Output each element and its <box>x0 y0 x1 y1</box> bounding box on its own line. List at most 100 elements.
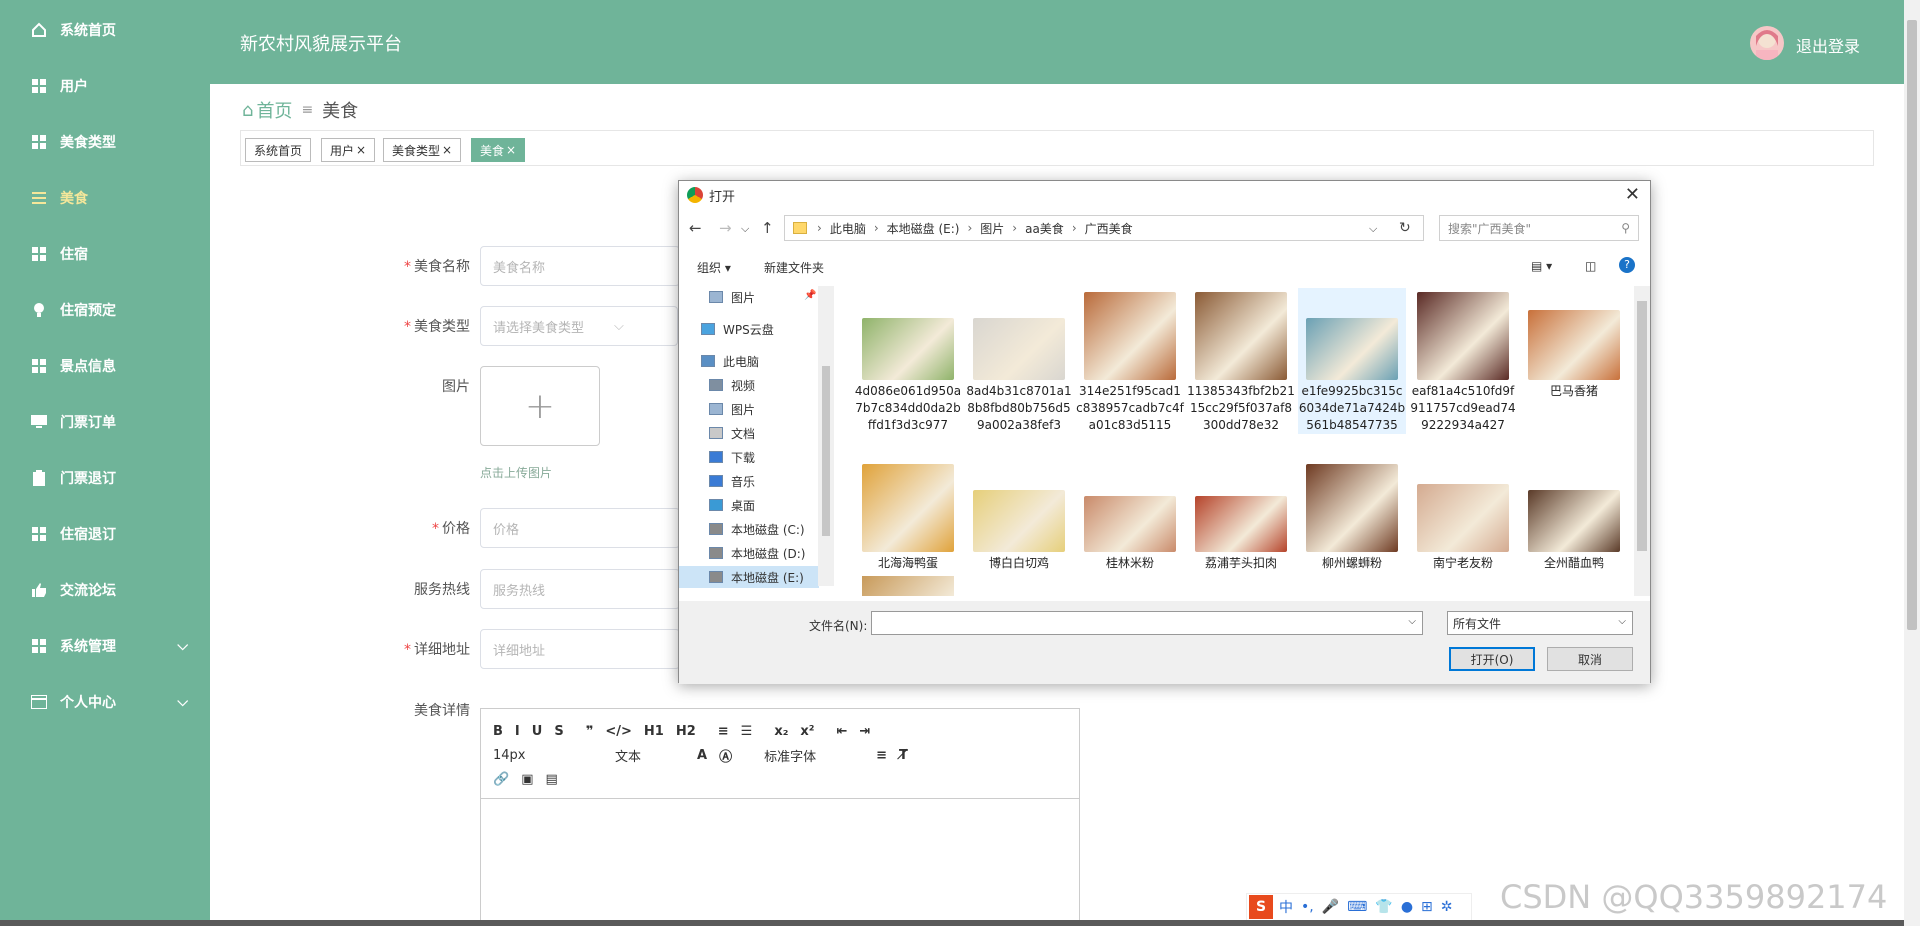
sidebar-item[interactable]: 景点信息 <box>0 346 210 386</box>
video-icon[interactable]: ▤ <box>545 772 557 787</box>
address-dropdown-icon[interactable]: ⌵ <box>1369 222 1377 236</box>
ime-toolbar[interactable]: S 中 •, 🎤 ⌨ 👕 ● ⊞ ✲ <box>1246 893 1472 921</box>
close-icon[interactable]: × <box>506 143 516 157</box>
file-item[interactable]: 柳州螺蛳粉 <box>1298 460 1406 572</box>
sidebar-item[interactable]: 个人中心 ⌵ <box>0 682 210 722</box>
code-icon[interactable]: </> <box>605 724 632 739</box>
filetype-select[interactable]: 所有文件 ⌵ <box>1447 611 1633 635</box>
superscript-icon[interactable]: x² <box>800 724 814 739</box>
sidebar-item[interactable]: 门票订单 <box>0 402 210 442</box>
indent-icon[interactable]: ⇥ <box>859 724 870 739</box>
ordered-list-icon[interactable]: ≡ <box>718 724 729 739</box>
nav-item[interactable]: 桌面 <box>709 494 755 516</box>
underline-icon[interactable]: U <box>532 724 543 739</box>
heading2-icon[interactable]: H2 <box>676 724 696 739</box>
italic-icon[interactable]: I <box>515 724 520 739</box>
tag-0[interactable]: 系统首页 <box>245 138 312 162</box>
food-name-input[interactable]: 美食名称 <box>480 246 680 286</box>
nav-item[interactable]: 文档 <box>709 422 755 444</box>
tag-1[interactable]: 用户 × <box>321 138 376 162</box>
file-item[interactable]: e1fe9925bc315c6034de71a7424b561b48547735 <box>1298 288 1406 434</box>
nav-item[interactable]: 音乐 <box>709 470 755 492</box>
chevron-down-icon[interactable]: ⌵ <box>741 222 749 236</box>
navigation-scrollbar-thumb[interactable] <box>822 366 830 536</box>
up-icon[interactable]: ↑ <box>761 219 774 237</box>
align-icon[interactable]: ≡ <box>876 748 887 763</box>
settings-icon[interactable]: ✲ <box>1441 899 1453 915</box>
quote-icon[interactable]: ❞ <box>586 724 594 739</box>
file-list-scrollbar-thumb[interactable] <box>1637 301 1647 551</box>
open-button[interactable]: 打开(O) <box>1449 647 1535 671</box>
nav-item[interactable]: 本地磁盘 (D:) <box>709 542 805 564</box>
nav-item[interactable]: 视频 <box>709 374 755 396</box>
file-item[interactable]: 全州醋血鸭 <box>1520 460 1628 572</box>
file-item[interactable]: 314e251f95cad1c838957cadb7c4fa01c83d5115 <box>1076 288 1184 434</box>
avatar[interactable] <box>1750 26 1784 60</box>
file-item[interactable]: 8ad4b31c8701a18b8fbd80b756d59a002a38fef3 <box>965 288 1073 434</box>
image-upload[interactable]: + <box>480 366 600 446</box>
nav-item[interactable]: 图片 <box>709 398 755 420</box>
sidebar-item[interactable]: 门票退订 <box>0 458 210 498</box>
new-folder-button[interactable]: 新建文件夹 <box>764 259 824 276</box>
price-input[interactable]: 价格 <box>480 508 680 548</box>
navigation-scrollbar[interactable] <box>818 286 834 586</box>
food-type-select[interactable]: 请选择美食类型 ⌵ <box>480 306 678 346</box>
ime-chinese-icon[interactable]: 中 <box>1279 897 1293 917</box>
sidebar-item[interactable]: 美食类型 <box>0 122 210 162</box>
rich-text-editor[interactable]: B I U S ❞ </> H1 H2 ≡ ☰ x₂ x² ⇤ ⇥ 14px 文本 A Ⓐ 标准字体 ≡ … <box>480 708 1080 926</box>
sidebar-item[interactable]: 交流论坛 <box>0 570 210 610</box>
file-item[interactable]: 博白白切鸡 <box>965 460 1073 572</box>
text-style-select[interactable]: 文本 <box>615 746 685 765</box>
logout-button[interactable]: 退出登录 <box>1796 33 1860 57</box>
organize-button[interactable]: 组织 ▾ <box>697 259 731 276</box>
page-scrollbar[interactable] <box>1904 0 1920 926</box>
file-item[interactable]: 北海海鸭蛋 <box>854 460 962 572</box>
dialog-title-bar[interactable]: 打开 ✕ <box>679 181 1650 209</box>
strikethrough-icon[interactable]: S <box>554 724 563 739</box>
nav-item[interactable]: 图片 <box>709 286 755 308</box>
nav-item[interactable]: 此电脑 <box>701 350 759 372</box>
address-input[interactable]: 详细地址 <box>480 629 680 669</box>
path-segment[interactable]: 图片 <box>980 220 1004 237</box>
close-icon[interactable]: × <box>442 143 452 157</box>
unordered-list-icon[interactable]: ☰ <box>741 724 753 739</box>
microphone-icon[interactable]: 🎤 <box>1322 899 1339 915</box>
sidebar-item[interactable]: 系统首页 <box>0 10 210 50</box>
ime-punctuation-icon[interactable]: •, <box>1301 899 1314 915</box>
refresh-icon[interactable]: ↻ <box>1399 220 1411 236</box>
bold-icon[interactable]: B <box>493 724 503 739</box>
file-item[interactable]: 巴马香猪 <box>1520 288 1628 400</box>
view-options-icon[interactable]: ▤ ▾ <box>1531 259 1552 273</box>
font-family-select[interactable]: 标准字体 <box>764 746 864 765</box>
nav-item[interactable]: WPS云盘 <box>701 318 774 340</box>
file-item[interactable]: eaf81a4c510fd9f911757cd9ead749222934a427 <box>1409 288 1517 434</box>
filename-input[interactable]: ⌵ <box>871 611 1423 635</box>
tag-2[interactable]: 美食类型 × <box>383 138 462 162</box>
file-item[interactable]: 桂林米粉 <box>1076 460 1184 572</box>
back-icon[interactable]: ← <box>689 219 702 237</box>
sidebar-item[interactable]: 美食 <box>0 178 210 218</box>
breadcrumb-home[interactable]: 首页 <box>256 97 292 123</box>
close-icon[interactable]: ✕ <box>1625 184 1640 205</box>
nav-item[interactable]: 本地磁盘 (C:) <box>709 518 805 540</box>
link-icon[interactable]: 🔗 <box>493 772 509 787</box>
sidebar-item[interactable]: 住宿预定 <box>0 290 210 330</box>
nav-item[interactable]: 本地磁盘 (E:) <box>679 566 819 588</box>
font-size-select[interactable]: 14px <box>493 748 573 763</box>
sidebar-item[interactable]: 系统管理 ⌵ <box>0 626 210 666</box>
file-thumbnail[interactable] <box>862 576 954 596</box>
skin-icon[interactable]: 👕 <box>1375 899 1392 915</box>
sidebar-item[interactable]: 住宿 <box>0 234 210 274</box>
outdent-icon[interactable]: ⇤ <box>837 724 848 739</box>
clear-format-icon[interactable]: T̸ <box>899 748 908 763</box>
keyboard-icon[interactable]: ⌨ <box>1347 899 1367 915</box>
path-segment[interactable]: 此电脑 <box>830 220 866 237</box>
file-list-scrollbar[interactable] <box>1634 286 1650 596</box>
file-item[interactable]: 11385343fbf2b2115cc29f5f037af8300dd78e32 <box>1187 288 1295 434</box>
forward-icon[interactable]: → <box>719 219 732 237</box>
help-icon[interactable]: ? <box>1619 257 1635 273</box>
sidebar-item[interactable]: 住宿退订 <box>0 514 210 554</box>
heading1-icon[interactable]: H1 <box>644 724 664 739</box>
file-item[interactable]: 荔浦芋头扣肉 <box>1187 460 1295 572</box>
path-segment[interactable]: 本地磁盘 (E:) <box>887 220 960 237</box>
